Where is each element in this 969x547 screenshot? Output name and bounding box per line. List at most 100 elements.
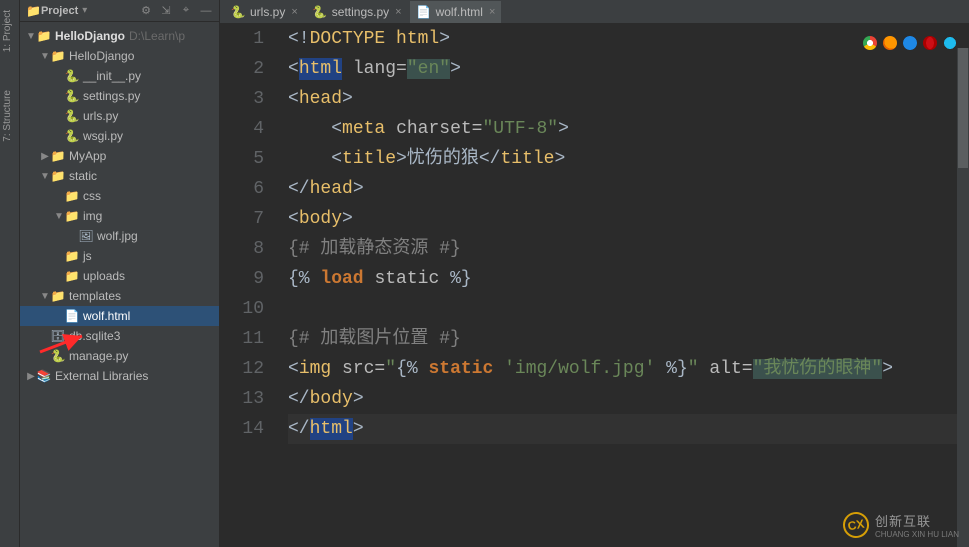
expand-arrow-icon[interactable]: ▼ — [40, 51, 50, 62]
code-line[interactable]: <body> — [288, 204, 969, 234]
dropdown-icon[interactable]: ▾ — [82, 5, 87, 16]
code-line[interactable]: {% load static %} — [288, 264, 969, 294]
target-icon[interactable]: ⌖ — [179, 4, 193, 18]
code-line[interactable]: <img src="{% static 'img/wolf.jpg' %}" a… — [288, 354, 969, 384]
code-line[interactable]: <title>忧伤的狼</title> — [288, 144, 969, 174]
tree-item-label: settings.py — [83, 89, 140, 103]
line-number: 7 — [220, 204, 264, 234]
tree-item-label: manage.py — [69, 349, 128, 363]
tree-item-label: urls.py — [83, 109, 118, 123]
tree-item[interactable]: 📄wolf.html — [20, 306, 219, 326]
expand-arrow-icon[interactable]: ▼ — [54, 211, 64, 222]
line-number: 11 — [220, 324, 264, 354]
tree-item[interactable]: ▼📁static — [20, 166, 219, 186]
editor-tabs: 🐍urls.py×🐍settings.py×📄wolf.html× — [220, 0, 969, 24]
tab-label: settings.py — [332, 5, 389, 19]
file-icon: 📁 — [50, 289, 66, 303]
file-icon: 📚 — [36, 369, 52, 383]
expand-arrow-icon[interactable]: ▼ — [40, 291, 50, 302]
code-area[interactable]: 1234567891011121314 <!DOCTYPE html><html… — [220, 24, 969, 547]
tree-item[interactable]: ▼📁templates — [20, 286, 219, 306]
tree-item-label: wsgi.py — [83, 129, 123, 143]
scrollbar-thumb[interactable] — [958, 48, 968, 168]
tree-item-label: HelloDjango — [55, 29, 125, 43]
tree-item-label: static — [69, 169, 97, 183]
code-line[interactable]: <meta charset="UTF-8"> — [288, 114, 969, 144]
line-number: 2 — [220, 54, 264, 84]
watermark-en: CHUANG XIN HU LIAN — [875, 530, 959, 539]
tree-item[interactable]: 🐍manage.py — [20, 346, 219, 366]
code-line[interactable]: <html lang="en"> — [288, 54, 969, 84]
tree-item-hint: D:\Learn\p — [129, 29, 185, 43]
code-content[interactable]: <!DOCTYPE html><html lang="en"><head> <m… — [280, 24, 969, 547]
tree-item[interactable]: 🖼wolf.jpg — [20, 226, 219, 246]
file-icon: 🐍 — [64, 109, 80, 123]
settings-icon[interactable]: ⚙ — [139, 4, 153, 18]
code-line[interactable]: <head> — [288, 84, 969, 114]
tree-item[interactable]: 🗄db.sqlite3 — [20, 326, 219, 346]
left-toolstrip: 1: Project 7: Structure — [0, 0, 20, 547]
tree-item-label: templates — [69, 289, 121, 303]
watermark-cn: 创新互联 — [875, 511, 959, 530]
tree-item[interactable]: 📁js — [20, 246, 219, 266]
tree-item[interactable]: ▼📁HelloDjango D:\Learn\p — [20, 26, 219, 46]
tree-item[interactable]: 🐍__init__.py — [20, 66, 219, 86]
editor-area: 🐍urls.py×🐍settings.py×📄wolf.html× 123456… — [220, 0, 969, 547]
tree-item[interactable]: 🐍settings.py — [20, 86, 219, 106]
hide-icon[interactable]: ― — [199, 4, 213, 18]
tree-item-label: HelloDjango — [69, 49, 134, 63]
watermark: CX 创新互联 CHUANG XIN HU LIAN — [843, 511, 959, 539]
file-icon: 🐍 — [64, 89, 80, 103]
close-icon[interactable]: × — [291, 6, 297, 18]
tree-item[interactable]: 📁css — [20, 186, 219, 206]
code-line[interactable] — [288, 294, 969, 324]
expand-arrow-icon[interactable]: ▼ — [26, 31, 36, 42]
close-icon[interactable]: × — [489, 6, 495, 18]
tree-item-label: wolf.jpg — [97, 229, 138, 243]
tab-label: urls.py — [250, 5, 285, 19]
close-icon[interactable]: × — [395, 6, 401, 18]
code-line[interactable]: {# 加载图片位置 #} — [288, 324, 969, 354]
file-icon: 🐍 — [64, 129, 80, 143]
file-icon: 📁 — [64, 249, 80, 263]
expand-arrow-icon[interactable]: ▶ — [40, 151, 50, 162]
editor-tab[interactable]: 🐍 urls.py × — [224, 1, 304, 23]
tree-item[interactable]: ▼📁img — [20, 206, 219, 226]
tree-item[interactable]: 📁uploads — [20, 266, 219, 286]
project-tree[interactable]: ▼📁HelloDjangoD:\Learn\p▼📁HelloDjango🐍__i… — [20, 22, 219, 547]
file-icon: 🐍 — [230, 5, 246, 19]
tree-item[interactable]: 🐍urls.py — [20, 106, 219, 126]
tree-item-label: db.sqlite3 — [69, 329, 120, 343]
expand-arrow-icon[interactable]: ▶ — [26, 371, 36, 382]
folder-icon: 📁 — [26, 4, 41, 18]
tree-item-label: js — [83, 249, 92, 263]
editor-tab[interactable]: 📄wolf.html× — [410, 1, 502, 23]
tree-item[interactable]: ▶📚External Libraries — [20, 366, 219, 386]
line-number: 4 — [220, 114, 264, 144]
file-icon: 🗄 — [50, 329, 66, 343]
vertical-scrollbar[interactable] — [957, 48, 969, 547]
file-icon: 📁 — [36, 29, 52, 43]
collapse-icon[interactable]: ⇲ — [159, 4, 173, 18]
expand-arrow-icon[interactable]: ▼ — [40, 171, 50, 182]
project-sidebar: 📁 Project ▾ ⚙ ⇲ ⌖ ― ▼📁HelloDjangoD:\Lear… — [20, 0, 220, 547]
sidebar-header: 📁 Project ▾ ⚙ ⇲ ⌖ ― — [20, 0, 219, 22]
file-icon: 📁 — [50, 49, 66, 63]
tree-item[interactable]: ▼📁HelloDjango — [20, 46, 219, 66]
tree-item[interactable]: ▶📁MyApp — [20, 146, 219, 166]
line-number: 13 — [220, 384, 264, 414]
tree-item-label: wolf.html — [83, 309, 130, 323]
toolstrip-project[interactable]: 1: Project — [2, 10, 13, 52]
code-line[interactable]: {# 加载静态资源 #} — [288, 234, 969, 264]
code-line[interactable]: </body> — [288, 384, 969, 414]
file-icon: 📁 — [50, 149, 66, 163]
code-line[interactable]: </html> — [288, 414, 969, 444]
toolstrip-structure[interactable]: 7: Structure — [2, 90, 13, 142]
tree-item[interactable]: 🐍wsgi.py — [20, 126, 219, 146]
code-line[interactable]: </head> — [288, 174, 969, 204]
tree-item-label: css — [83, 189, 101, 203]
line-gutter: 1234567891011121314 — [220, 24, 280, 547]
tree-item-label: External Libraries — [55, 369, 148, 383]
editor-tab[interactable]: 🐍settings.py× — [306, 1, 408, 23]
code-line[interactable]: <!DOCTYPE html> — [288, 24, 969, 54]
